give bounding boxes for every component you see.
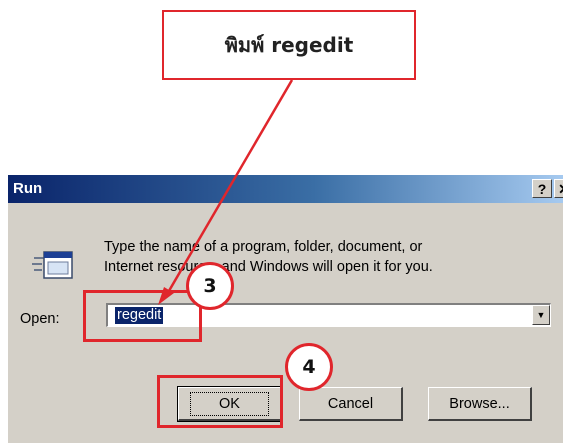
step-3-number: 3 (203, 275, 217, 297)
cancel-button[interactable]: Cancel (299, 387, 403, 421)
open-input[interactable] (108, 305, 528, 325)
open-combobox[interactable]: regedit ▼ (106, 303, 551, 327)
browse-button[interactable]: Browse... (428, 387, 532, 421)
help-button[interactable]: ? (532, 179, 552, 198)
window-title: Run (13, 180, 43, 197)
close-button[interactable]: ✕ (554, 179, 563, 198)
title-bar[interactable]: Run ? ✕ (8, 175, 563, 203)
ok-button[interactable]: OK (177, 386, 283, 422)
run-icon (32, 251, 73, 279)
step-4-badge: 4 (285, 343, 333, 391)
message-line-2: Internet resource, and Windows will open… (104, 259, 433, 275)
open-label: Open: (20, 311, 60, 327)
dropdown-button[interactable]: ▼ (532, 305, 550, 325)
step-3-badge: 3 (186, 262, 234, 310)
chevron-down-icon: ▼ (536, 310, 546, 320)
ok-button-label: OK (190, 391, 269, 416)
close-icon: ✕ (558, 182, 563, 196)
help-icon: ? (537, 180, 547, 197)
dialog-message: Type the name of a program, folder, docu… (104, 237, 544, 277)
open-input-selection: regedit (115, 307, 164, 324)
instruction-callout: พิมพ์ regedit (162, 10, 416, 80)
message-line-1: Type the name of a program, folder, docu… (104, 239, 423, 255)
instruction-text: พิมพ์ regedit (224, 33, 354, 57)
step-4-number: 4 (302, 356, 316, 378)
run-dialog: Run ? ✕ Type the name of a program, fold… (7, 174, 563, 443)
